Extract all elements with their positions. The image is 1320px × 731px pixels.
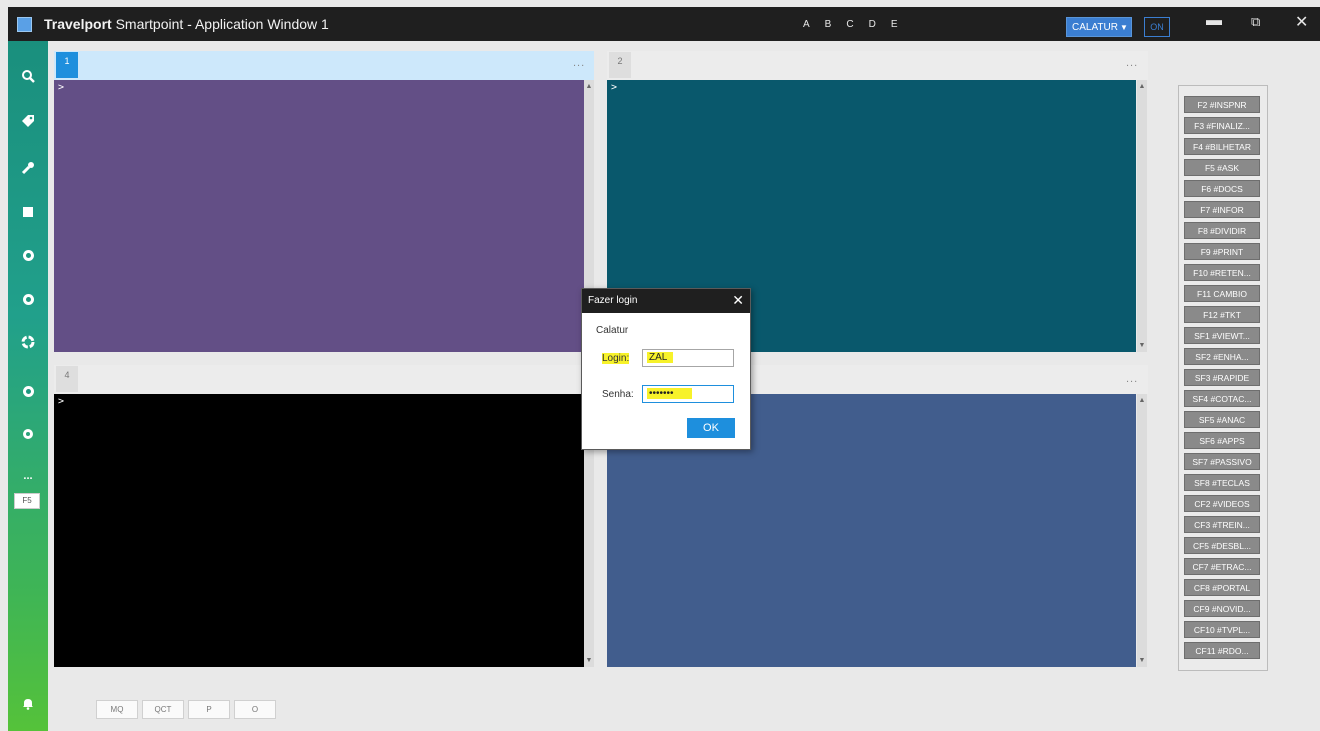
agency-name: Calatur bbox=[596, 325, 629, 336]
panel-1-menu-icon[interactable]: ... bbox=[573, 57, 585, 69]
dialog-title: Fazer login bbox=[588, 295, 638, 306]
fkey-button[interactable]: CF7 #ETRAC... bbox=[1184, 558, 1260, 575]
fkey-button[interactable]: SF8 #TECLAS bbox=[1184, 474, 1260, 491]
login-dialog: Fazer login ✕ Calatur Login: ZAL Senha: … bbox=[581, 288, 751, 450]
workarea-a[interactable]: A bbox=[803, 19, 811, 30]
tag-icon[interactable] bbox=[8, 110, 48, 132]
fkey-button[interactable]: SF7 #PASSIVO bbox=[1184, 453, 1260, 470]
dialog-title-bar: Fazer login ✕ bbox=[582, 289, 750, 313]
password-value: ••••••• bbox=[647, 388, 692, 399]
panel-4-prompt: > bbox=[58, 396, 65, 407]
more-icon[interactable]: ... bbox=[8, 465, 48, 487]
square-icon[interactable] bbox=[8, 201, 48, 223]
fkey-button[interactable]: F2 #INSPNR bbox=[1184, 96, 1260, 113]
fkey-button[interactable]: F8 #DIVIDIR bbox=[1184, 222, 1260, 239]
restore-button[interactable]: ⧉ bbox=[1251, 14, 1260, 30]
profile-label: CALATUR bbox=[1072, 21, 1118, 33]
workarea-selector: A B C D E bbox=[803, 19, 898, 30]
notification-bell-icon[interactable] bbox=[8, 692, 48, 714]
fkey-button[interactable]: SF5 #ANAC bbox=[1184, 411, 1260, 428]
panel-4-number[interactable]: 4 bbox=[56, 366, 78, 392]
panel-2-prompt: > bbox=[611, 82, 618, 93]
chevron-down-icon: ▼ bbox=[1119, 22, 1128, 32]
scroll-down-icon[interactable]: ▼ bbox=[584, 657, 594, 664]
login-value: ZAL bbox=[647, 352, 674, 363]
login-label: Login: bbox=[602, 353, 630, 364]
fkey-button[interactable]: CF10 #TVPL... bbox=[1184, 621, 1260, 638]
fkey-button[interactable]: F4 #BILHETAR bbox=[1184, 138, 1260, 155]
fkey-button[interactable]: F6 #DOCS bbox=[1184, 180, 1260, 197]
fkey-button[interactable]: CF11 #RDO... bbox=[1184, 642, 1260, 659]
close-window-button[interactable]: ✕ bbox=[1295, 12, 1308, 32]
panel-3-scrollbar[interactable]: ▲ ▼ bbox=[1137, 394, 1147, 667]
fkey-button[interactable]: SF1 #VIEWT... bbox=[1184, 327, 1260, 344]
panel-1-prompt: > bbox=[58, 82, 65, 93]
fkey-button[interactable]: F7 #INFOR bbox=[1184, 201, 1260, 218]
workarea-d[interactable]: D bbox=[869, 19, 877, 30]
app-logo-icon bbox=[17, 17, 32, 32]
panel-1-terminal[interactable]: > bbox=[54, 80, 584, 352]
o-button[interactable]: O bbox=[234, 700, 276, 719]
panel-4-header: 4 bbox=[54, 365, 594, 394]
profile-dropdown[interactable]: CALATUR ▼ bbox=[1066, 17, 1132, 37]
panel-1-number[interactable]: 1 bbox=[56, 52, 78, 78]
fkey-button[interactable]: SF4 #COTAC... bbox=[1184, 390, 1260, 407]
f5-badge[interactable]: F5 bbox=[14, 493, 40, 509]
fkey-button[interactable]: F3 #FINALIZ... bbox=[1184, 117, 1260, 134]
scroll-down-icon[interactable]: ▼ bbox=[1137, 342, 1147, 349]
panel-2-header: 2 ... bbox=[607, 51, 1148, 80]
panel-2-number[interactable]: 2 bbox=[609, 52, 631, 78]
fkey-button[interactable]: F9 #PRINT bbox=[1184, 243, 1260, 260]
panel-2-menu-icon[interactable]: ... bbox=[1126, 57, 1138, 69]
panel-1-header: 1 ... bbox=[54, 51, 594, 80]
fkey-button[interactable]: CF3 #TREIN... bbox=[1184, 516, 1260, 533]
fkey-button[interactable]: CF8 #PORTAL bbox=[1184, 579, 1260, 596]
ok-button[interactable]: OK bbox=[687, 418, 735, 438]
fkey-button[interactable]: CF2 #VIDEOS bbox=[1184, 495, 1260, 512]
password-field[interactable]: ••••••• bbox=[642, 385, 734, 403]
sidebar: ... F5 bbox=[8, 41, 48, 731]
close-icon[interactable]: ✕ bbox=[732, 292, 744, 309]
circle-icon-1[interactable] bbox=[8, 244, 48, 266]
panel-2-scrollbar[interactable]: ▲ ▼ bbox=[1137, 80, 1147, 352]
fkey-button[interactable]: CF9 #NOVID... bbox=[1184, 600, 1260, 617]
on-toggle[interactable]: ON bbox=[1144, 17, 1170, 37]
search-icon[interactable] bbox=[8, 65, 48, 87]
mq-button[interactable]: MQ bbox=[96, 700, 138, 719]
p-button[interactable]: P bbox=[188, 700, 230, 719]
fkey-button[interactable]: SF2 #ENHA... bbox=[1184, 348, 1260, 365]
workarea-e[interactable]: E bbox=[891, 19, 899, 30]
window-title: Travelport Smartpoint - Application Wind… bbox=[44, 16, 329, 32]
qct-button[interactable]: QCT bbox=[142, 700, 184, 719]
function-keys-panel: F2 #INSPNR F3 #FINALIZ... F4 #BILHETAR F… bbox=[1178, 85, 1268, 671]
workarea-b[interactable]: B bbox=[825, 19, 833, 30]
workarea-c[interactable]: C bbox=[846, 19, 854, 30]
scroll-down-icon[interactable]: ▼ bbox=[1137, 657, 1147, 664]
password-label: Senha: bbox=[602, 389, 634, 400]
minimize-button[interactable]: ▬ bbox=[1206, 12, 1222, 30]
title-bar: Travelport Smartpoint - Application Wind… bbox=[8, 7, 1320, 41]
login-field[interactable]: ZAL bbox=[642, 349, 734, 367]
scroll-up-icon[interactable]: ▲ bbox=[1137, 397, 1147, 404]
fkey-button[interactable]: F11 CAMBIO bbox=[1184, 285, 1260, 302]
fkey-button[interactable]: SF6 #APPS bbox=[1184, 432, 1260, 449]
fkey-button[interactable]: F12 #TKT bbox=[1184, 306, 1260, 323]
circle-icon-2[interactable] bbox=[8, 288, 48, 310]
fkey-button[interactable]: F10 #RETEN... bbox=[1184, 264, 1260, 281]
scroll-up-icon[interactable]: ▲ bbox=[1137, 83, 1147, 90]
help-icon[interactable] bbox=[8, 380, 48, 402]
settings-icon[interactable] bbox=[8, 423, 48, 445]
scroll-up-icon[interactable]: ▲ bbox=[584, 83, 594, 90]
fkey-button[interactable]: SF3 #RAPIDE bbox=[1184, 369, 1260, 386]
wrench-icon[interactable] bbox=[8, 157, 48, 179]
fkey-button[interactable]: F5 #ASK bbox=[1184, 159, 1260, 176]
recycle-icon[interactable] bbox=[8, 331, 48, 353]
panel-4-terminal[interactable]: > bbox=[54, 394, 584, 667]
panel-3-menu-icon[interactable]: ... bbox=[1126, 373, 1138, 385]
fkey-button[interactable]: CF5 #DESBL... bbox=[1184, 537, 1260, 554]
